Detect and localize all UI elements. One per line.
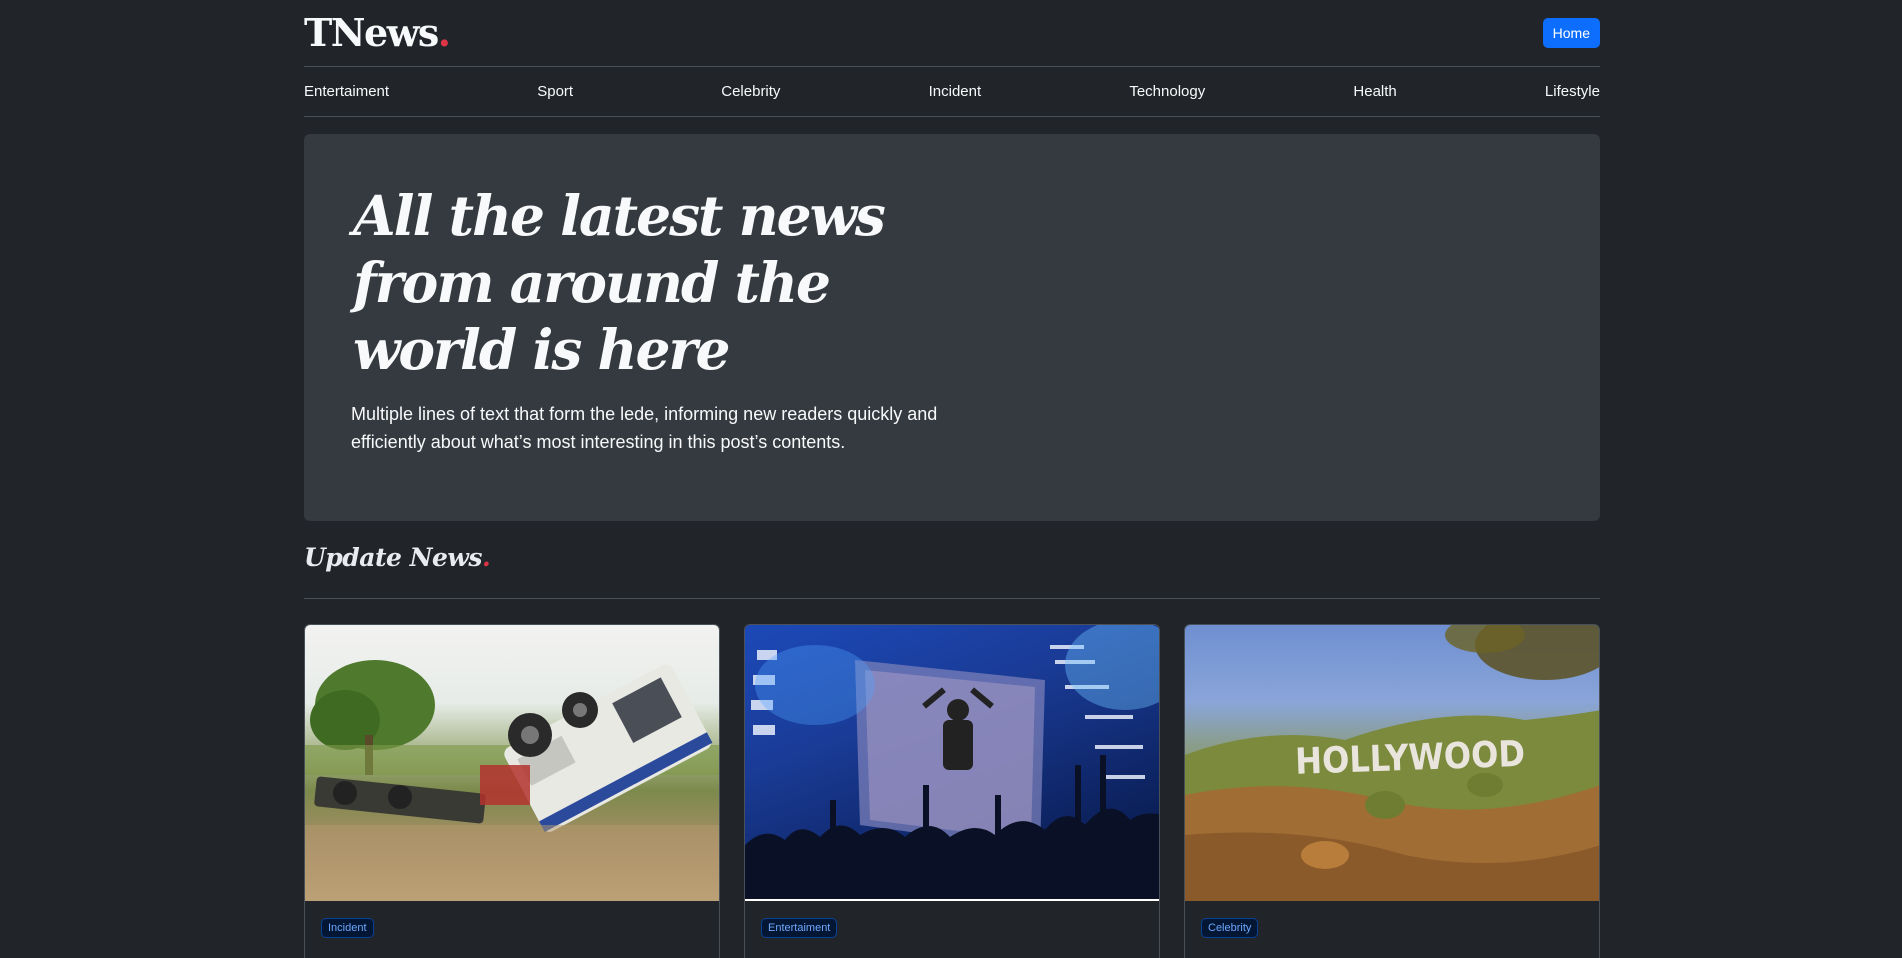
hollywood-illustration: HOLLYWOOD: [1185, 625, 1599, 901]
news-card-list: Incident Entertaiment HOLLYWOOD Celebrit…: [304, 624, 1600, 958]
nav-item-entertainment[interactable]: Entertaiment: [304, 83, 389, 100]
hero-title: All the latest news from around the worl…: [353, 183, 886, 382]
brand-dot: .: [437, 10, 451, 55]
hero-lede: Multiple lines of text that form the led…: [351, 404, 938, 452]
concert-crowd-photo: [745, 625, 1159, 901]
nav-item-celebrity[interactable]: Celebrity: [721, 83, 780, 100]
news-card[interactable]: HOLLYWOOD Celebrity: [1184, 624, 1600, 958]
nav-item-incident[interactable]: Incident: [929, 83, 982, 100]
section-title-dot: .: [481, 543, 491, 572]
brand-text: TNews: [304, 10, 439, 55]
category-badge: Celebrity: [1201, 918, 1259, 938]
category-nav: Entertaiment Sport Celebrity Incident Te…: [304, 67, 1600, 117]
category-badge: Incident: [321, 918, 374, 938]
news-card[interactable]: Incident: [304, 624, 720, 958]
overturned-truck-photo: [305, 625, 719, 901]
brand-logo[interactable]: TNews.: [304, 10, 451, 55]
accident-illustration: [305, 660, 719, 901]
nav-item-technology[interactable]: Technology: [1129, 83, 1205, 100]
home-button[interactable]: Home: [1542, 18, 1600, 48]
concert-illustration: [745, 625, 1159, 901]
nav-item-sport[interactable]: Sport: [537, 83, 573, 100]
section-divider: [304, 598, 1600, 599]
nav-item-health[interactable]: Health: [1353, 83, 1396, 100]
news-card[interactable]: Entertaiment: [744, 624, 1160, 958]
section-title: Update News.: [304, 543, 491, 572]
section-title-text: Update News: [304, 543, 482, 572]
hero-banner: All the latest news from around the worl…: [304, 134, 1600, 521]
page-container: TNews. Home Entertaiment Sport Celebrity…: [304, 0, 1600, 958]
hollywood-sign-text: HOLLYWOOD: [1294, 734, 1525, 783]
hollywood-sign-photo: HOLLYWOOD: [1185, 625, 1599, 901]
site-header: TNews. Home: [304, 0, 1600, 67]
category-badge: Entertaiment: [761, 918, 838, 938]
nav-item-lifestyle[interactable]: Lifestyle: [1545, 83, 1600, 100]
